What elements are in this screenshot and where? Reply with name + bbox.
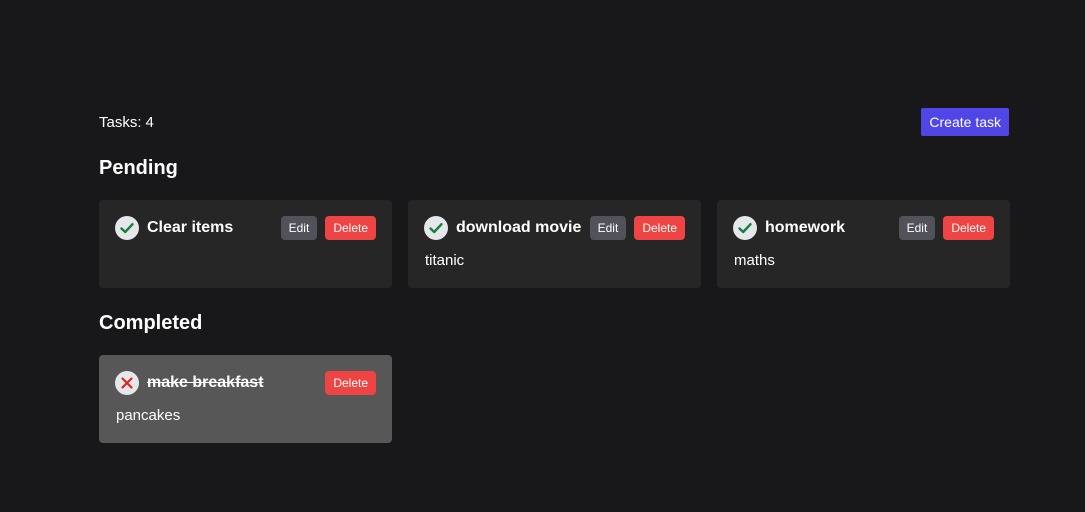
- task-count-label: Tasks:: [99, 113, 142, 131]
- edit-button[interactable]: Edit: [898, 216, 936, 240]
- task-title: download movie: [456, 219, 582, 236]
- delete-button[interactable]: Delete: [943, 216, 994, 240]
- task-title: Clear items: [147, 219, 234, 236]
- toolbar: Tasks: 4 Create task: [99, 108, 1009, 136]
- pending-list: Clear items Edit Delete download movie E…: [99, 200, 1010, 288]
- task-description: pancakes: [116, 407, 181, 424]
- delete-button[interactable]: Delete: [634, 216, 685, 240]
- x-icon[interactable]: [115, 371, 139, 395]
- pending-heading: Pending: [99, 157, 178, 179]
- task-card: homework Edit Delete maths: [717, 200, 1010, 288]
- completed-list: make breakfast Delete pancakes: [99, 355, 1009, 443]
- task-title: homework: [765, 219, 846, 236]
- task-title: make breakfast: [147, 374, 264, 391]
- task-count-value: 4: [145, 113, 154, 131]
- edit-button[interactable]: Edit: [589, 216, 627, 240]
- task-description: titanic: [425, 252, 465, 269]
- delete-button[interactable]: Delete: [325, 371, 376, 395]
- task-card: make breakfast Delete pancakes: [99, 355, 392, 443]
- edit-button[interactable]: Edit: [280, 216, 318, 240]
- check-icon[interactable]: [424, 216, 448, 240]
- task-card: Clear items Edit Delete: [99, 200, 392, 288]
- check-icon[interactable]: [733, 216, 757, 240]
- create-task-button[interactable]: Create task: [921, 108, 1009, 136]
- task-card: download movie Edit Delete titanic: [408, 200, 701, 288]
- completed-heading: Completed: [99, 312, 203, 334]
- delete-button[interactable]: Delete: [325, 216, 376, 240]
- check-icon[interactable]: [115, 216, 139, 240]
- task-board: Tasks: 4 Create task Pending Clear items…: [99, 108, 1010, 443]
- task-description: maths: [734, 252, 775, 269]
- task-counter: Tasks: 4: [99, 114, 154, 131]
